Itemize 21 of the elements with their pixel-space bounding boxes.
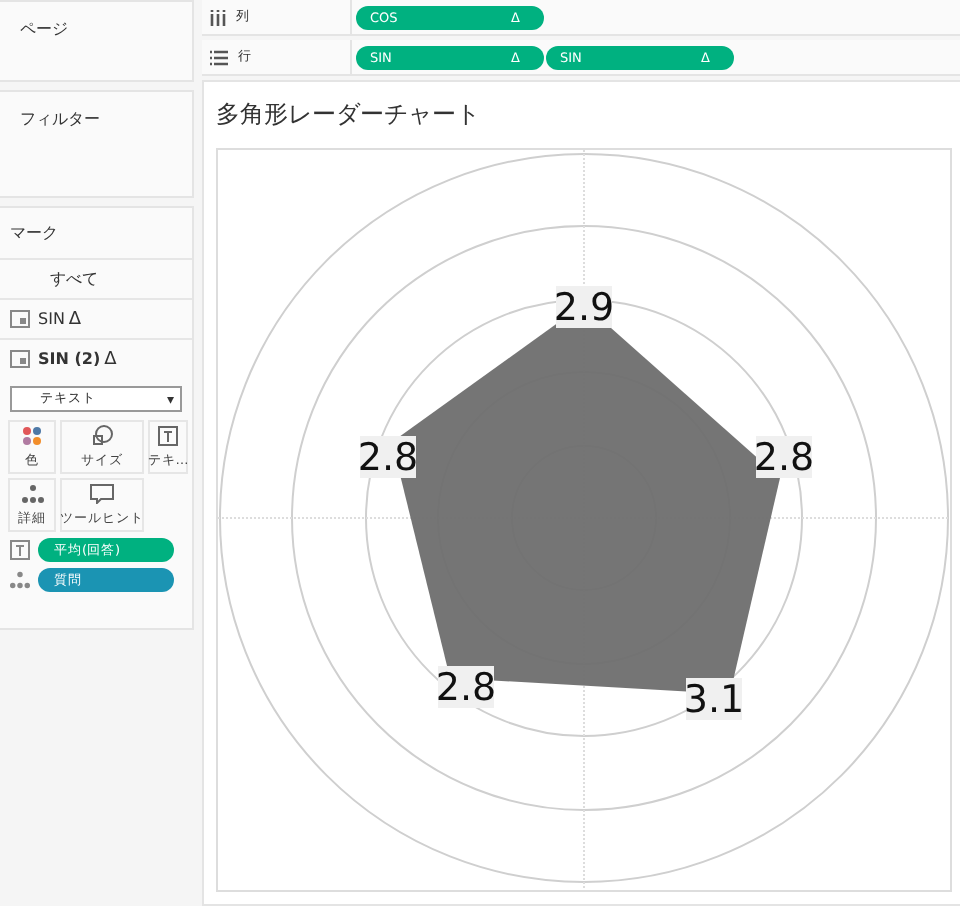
sheet-title: 多角形レーダーチャート (216, 98, 482, 132)
layer-icon (10, 350, 30, 368)
rows-icon (210, 49, 228, 65)
detail-icon (10, 570, 30, 590)
marks-layer[interactable]: すべて (0, 258, 192, 298)
color-dots-icon (22, 425, 42, 445)
layer-icon (10, 310, 30, 328)
value-label: 2.8 (435, 666, 497, 710)
text-icon (10, 540, 30, 560)
panel-title: マーク (8, 222, 60, 246)
value-label: 3.1 (683, 678, 745, 722)
tooltip-icon (90, 483, 114, 503)
detail-icon (21, 483, 43, 503)
value-label: 2.8 (357, 436, 419, 480)
panel-title: フィルター (18, 108, 102, 132)
value-label: 2.9 (553, 286, 615, 330)
panel-title: ページ (18, 18, 70, 42)
columns-icon (210, 9, 226, 25)
size-shapes-icon (91, 424, 113, 446)
value-label: 2.8 (753, 436, 815, 480)
text-icon (158, 425, 178, 445)
